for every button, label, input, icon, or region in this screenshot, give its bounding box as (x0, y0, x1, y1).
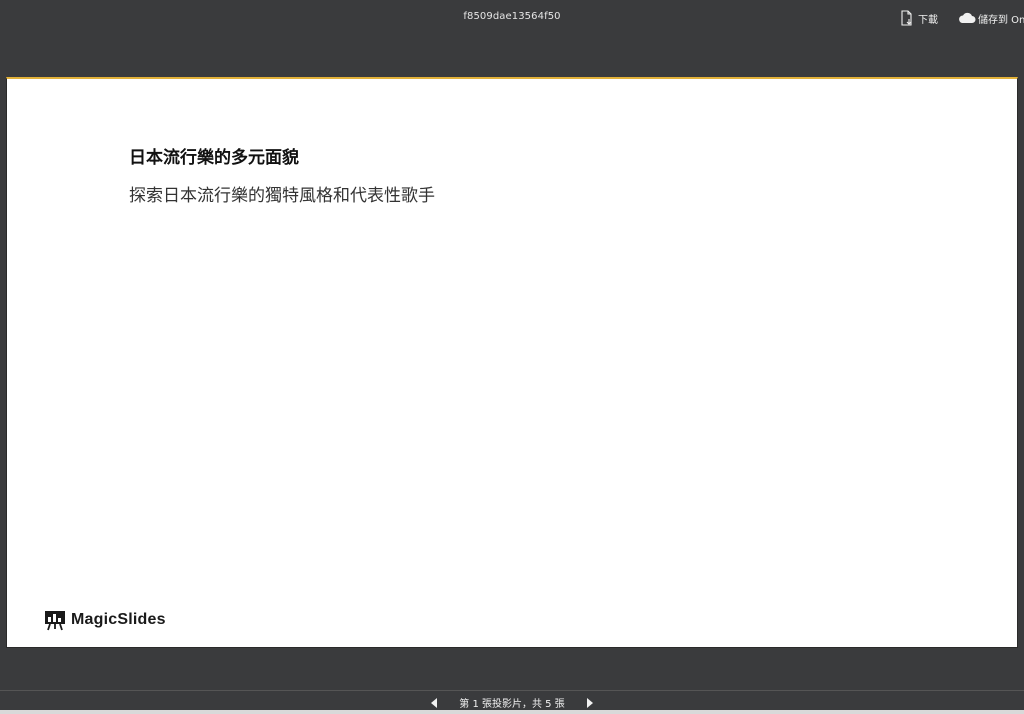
download-label: 下載 (918, 14, 938, 26)
download-button[interactable]: 下載 (898, 9, 938, 27)
download-file-icon (898, 9, 916, 27)
document-title: f8509dae13564f50 (463, 11, 561, 22)
previous-slide-button[interactable] (427, 696, 441, 710)
brand-name: MagicSlides (71, 611, 166, 628)
next-slide-button[interactable] (583, 696, 597, 710)
save-to-onedrive-label: 儲存到 OneDrive (978, 14, 1024, 26)
slide-subtitle: 探索日本流行樂的獨特風格和代表性歌手 (129, 186, 435, 206)
bottom-bar: 第 1 張投影片，共 5 張 (0, 690, 1024, 714)
slide-counter: 第 1 張投影片，共 5 張 (459, 699, 565, 710)
triangle-left-icon (431, 697, 438, 708)
slide-canvas: 日本流行樂的多元面貌 探索日本流行樂的獨特風格和代表性歌手 MagicSlide… (6, 77, 1018, 648)
slide-pager: 第 1 張投影片，共 5 張 (0, 695, 1024, 710)
brand-logo: MagicSlides (44, 609, 166, 631)
top-bar: f8509dae13564f50 下載 儲存到 OneDrive (0, 0, 1024, 36)
status-strip (0, 710, 1024, 714)
cloud-icon (958, 9, 976, 27)
save-to-onedrive-button[interactable]: 儲存到 OneDrive (958, 9, 1024, 27)
slide-title: 日本流行樂的多元面貌 (129, 148, 299, 168)
presentation-board-icon (45, 611, 65, 631)
triangle-right-icon (586, 697, 593, 708)
top-actions: 下載 儲存到 OneDrive (898, 8, 1024, 28)
